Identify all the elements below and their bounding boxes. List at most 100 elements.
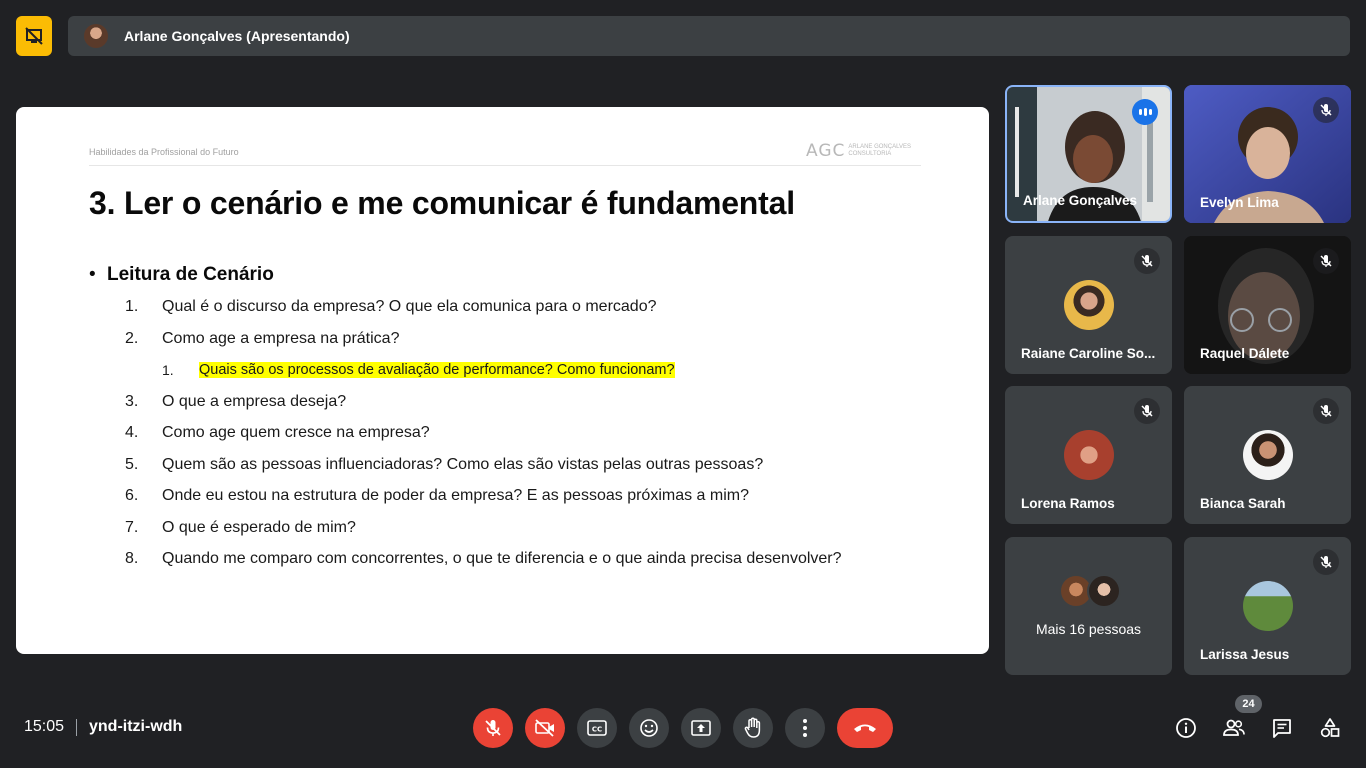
presentation-slide: Habilidades da Profissional do Futuro AG…: [16, 107, 989, 654]
chat-icon: [1273, 719, 1291, 738]
slide-list-item: 3. O que a empresa deseja?: [125, 392, 845, 412]
leave-call-button[interactable]: [837, 708, 893, 748]
avatar: [1242, 430, 1293, 480]
present-screen-icon: [691, 720, 711, 736]
presenter-banner: Arlane Gonçalves (Apresentando): [68, 16, 1350, 56]
svg-text:CC: CC: [592, 726, 602, 734]
participant-tile-lorena[interactable]: Lorena Ramos: [1005, 386, 1172, 524]
avatar: [1087, 574, 1121, 608]
company-logo: AGC ARLANE GONÇALVES CONSULTORIA: [806, 141, 911, 161]
captions-icon: CC: [587, 720, 607, 736]
participant-name: Raiane Caroline So...: [1021, 346, 1156, 361]
list-number: 2.: [125, 329, 139, 347]
clock: 15:05: [24, 718, 65, 735]
list-text: Como age quem cresce na empresa?: [162, 424, 430, 441]
slide-list-item: 8. Quando me comparo com concorrentes, o …: [125, 549, 845, 569]
slide-list-item: 7. O que é esperado de mim?: [125, 518, 845, 538]
raise-hand-icon: [744, 717, 761, 738]
avatar: [1063, 280, 1114, 330]
reactions-button[interactable]: [629, 708, 669, 748]
captions-button[interactable]: CC: [577, 708, 617, 748]
slide-list-item: 2. Como age a empresa na prática?: [125, 329, 845, 349]
highlighted-text: Quais são os processos de avaliação de p…: [199, 362, 675, 378]
meet-window: Arlane Gonçalves (Apresentando) Habilida…: [0, 0, 1366, 768]
list-text: Qual é o discurso da empresa? O que ela …: [162, 298, 657, 315]
list-text: Onde eu estou na estrutura de poder da e…: [162, 487, 749, 504]
presenter-name: Arlane Gonçalves (Apresentando): [124, 28, 350, 44]
participant-tile-raquel[interactable]: Raquel Dálete: [1184, 236, 1351, 374]
emoji-icon: [640, 719, 658, 737]
list-number: 1.: [125, 298, 139, 315]
activities-button[interactable]: [1317, 715, 1343, 741]
participant-name: Lorena Ramos: [1021, 496, 1115, 511]
more-options-button[interactable]: [785, 708, 825, 748]
list-text: O que a empresa deseja?: [162, 392, 347, 410]
participant-name: Bianca Sarah: [1200, 496, 1286, 511]
top-bar: Arlane Gonçalves (Apresentando): [16, 16, 1350, 56]
people-icon: [1223, 719, 1245, 736]
mic-off-icon: [1313, 549, 1339, 575]
mic-off-icon: [1313, 97, 1339, 123]
camera-toggle-button[interactable]: [525, 708, 565, 748]
present-now-button[interactable]: [681, 708, 721, 748]
slide-list-item: 4. Como age quem cresce na empresa?: [125, 423, 845, 443]
list-number: 5.: [125, 455, 139, 473]
list-text: Como age a empresa na prática?: [162, 329, 400, 347]
activities-icon: [1320, 718, 1340, 738]
list-number: 8.: [125, 550, 139, 567]
avatar: [1063, 430, 1114, 480]
participant-name: Arlane Gonçalves: [1023, 193, 1138, 208]
bullet-dot: •: [89, 264, 96, 285]
participant-name: Raquel Dálete: [1200, 346, 1290, 361]
list-number: 7.: [125, 518, 139, 536]
people-button[interactable]: [1221, 715, 1247, 741]
list-text: O que é esperado de mim?: [162, 518, 356, 536]
participant-tile-evelyn[interactable]: Evelyn Lima: [1184, 85, 1351, 223]
mic-off-icon: [1313, 248, 1339, 274]
list-number: 1.: [162, 362, 174, 378]
more-participants-label: Mais 16 pessoas: [1035, 621, 1142, 637]
slide-header-text: Habilidades da Profissional do Futuro: [89, 147, 239, 157]
slide-header: Habilidades da Profissional do Futuro AG…: [89, 141, 921, 166]
participant-tile-raiane[interactable]: Raiane Caroline So...: [1005, 236, 1172, 374]
avatar: [1242, 581, 1293, 631]
meeting-details-button[interactable]: [1173, 715, 1199, 741]
list-number: 4.: [125, 424, 139, 441]
presenter-avatar: [84, 24, 108, 48]
mic-toggle-button[interactable]: [473, 708, 513, 748]
mic-off-icon: [485, 720, 501, 736]
end-call-icon: [854, 724, 876, 732]
logo-subtitle: ARLANE GONÇALVES CONSULTORIA: [848, 144, 911, 158]
more-participants-tile[interactable]: Mais 16 pessoas: [1005, 537, 1172, 675]
list-number: 3.: [125, 392, 139, 410]
slide-list-item: 1. Qual é o discurso da empresa? O que el…: [125, 297, 845, 317]
participant-name: Larissa Jesus: [1200, 647, 1290, 662]
participant-name: Evelyn Lima: [1200, 195, 1279, 210]
camera-off-icon: [535, 719, 554, 737]
mic-off-icon: [1313, 398, 1339, 424]
participant-tile-arlane[interactable]: Arlane Gonçalves: [1005, 85, 1172, 223]
info-icon: [1176, 718, 1196, 738]
slide-list-item: 5. Quem são as pessoas influenciadoras? C…: [125, 455, 845, 475]
logo-mark: AGC: [806, 141, 846, 161]
speaking-indicator-icon: [1132, 99, 1158, 125]
participant-count-badge: 24: [1235, 695, 1262, 713]
list-text: Quem são as pessoas influenciadoras? Com…: [162, 455, 764, 473]
meeting-code: ynd-itzi-wdh: [89, 718, 183, 735]
raise-hand-button[interactable]: [733, 708, 773, 748]
slide-list: 1. Qual é o discurso da empresa? O que el…: [125, 297, 845, 581]
divider: [76, 719, 77, 736]
slide-sub-item: 1. Quais são os processos de avaliação de…: [125, 360, 845, 380]
logo-line-1: ARLANE GONÇALVES: [848, 144, 911, 150]
stop-presenting-icon[interactable]: [16, 16, 52, 56]
bullet-heading-text: Leitura de Cenário: [107, 264, 274, 285]
bullet-heading: • Leitura de Cenário: [89, 264, 274, 286]
slide-title: 3. Ler o cenário e me comunicar é fundam…: [89, 185, 795, 221]
slide-list-item: 6. Onde eu estou na estrutura de poder da…: [125, 486, 845, 506]
participant-tile-larissa[interactable]: Larissa Jesus: [1184, 537, 1351, 675]
list-number: 6.: [125, 487, 139, 504]
mic-off-icon: [1134, 248, 1160, 274]
logo-line-2: CONSULTORIA: [848, 151, 892, 157]
participant-tile-bianca[interactable]: Bianca Sarah: [1184, 386, 1351, 524]
chat-button[interactable]: [1269, 715, 1295, 741]
